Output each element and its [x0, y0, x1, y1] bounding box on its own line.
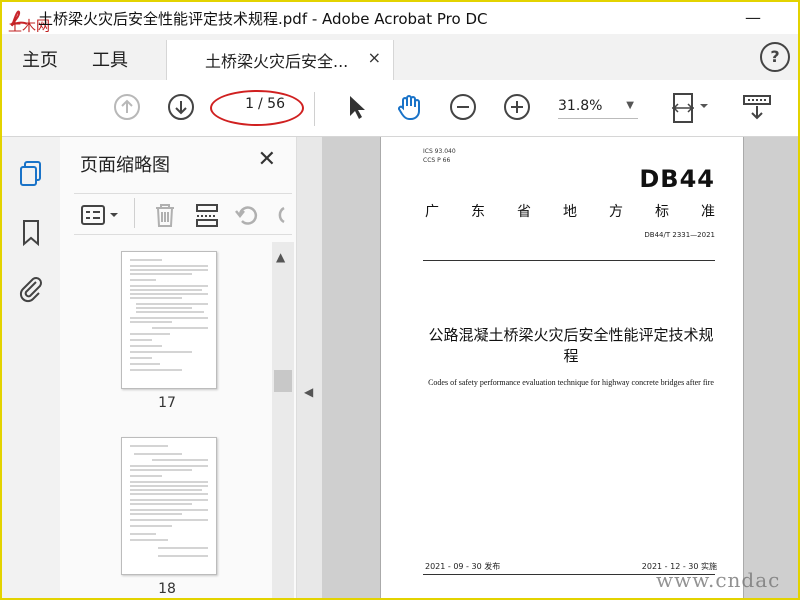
left-navigation-rail [2, 137, 61, 598]
trash-icon [156, 204, 174, 227]
rotate-ccw-icon [235, 206, 258, 225]
thumbnail-options-button[interactable] [80, 202, 124, 228]
title-bar: 土木网 土桥梁火灾后安全性能评定技术规程.pdf - Adobe Acrobat… [2, 2, 798, 35]
tab-bar: 主页 工具 土桥梁火灾后安全... × ? [2, 34, 798, 81]
main-toolbar: 1 / 56 31.8% ▼ [2, 80, 798, 137]
thumbnail-page-17[interactable] [121, 251, 217, 389]
page-thumbnails-button[interactable] [16, 159, 46, 189]
minus-circle-icon [450, 94, 476, 120]
hand-icon [398, 95, 420, 120]
page-thumbnails-panel: 页面缩略图 ✕ 17 18 [60, 137, 296, 598]
hand-tool-button[interactable] [394, 92, 424, 122]
header-rule [423, 260, 715, 261]
document-tab-label: 土桥梁火灾后安全... [205, 52, 349, 71]
prev-page-button[interactable] [112, 92, 142, 122]
document-canvas[interactable]: ICS 93.040 CCS P 66 DB44 广 东 省 地 方 标 准 D… [322, 137, 798, 598]
heading-char: 方 [609, 204, 623, 220]
panel-toolbar [74, 193, 292, 235]
toolbar-divider [314, 92, 315, 126]
heading-char: 准 [701, 204, 715, 220]
page-number-input[interactable]: 1 [220, 96, 254, 116]
next-page-button[interactable] [166, 92, 196, 122]
zoom-out-button[interactable] [448, 92, 478, 122]
document-title-english: Codes of safety performance evaluation t… [428, 378, 714, 387]
panel-divider [134, 198, 135, 228]
rotate-cw-button[interactable] [274, 202, 288, 228]
issue-date: 2021 - 09 - 30 发布 [425, 562, 501, 571]
document-title-chinese: 公路混凝土桥梁火灾后安全性能评定技术规程 [428, 326, 714, 365]
site-watermark: www.cndac [656, 568, 781, 592]
panel-title: 页面缩略图 [80, 155, 170, 176]
plus-circle-icon [504, 94, 530, 120]
thumbnail-content [130, 445, 208, 557]
delete-page-button[interactable] [152, 202, 178, 228]
standard-type-heading: 广 东 省 地 方 标 准 [425, 201, 715, 221]
window-title: 土桥梁火灾后安全性能评定技术规程.pdf - Adobe Acrobat Pro… [38, 10, 488, 28]
rotate-cw-icon [278, 206, 285, 224]
heading-char: 省 [517, 204, 531, 220]
close-panel-button[interactable]: ✕ [258, 147, 276, 172]
tab-home[interactable]: 主页 [22, 46, 58, 72]
arrow-down-icon [168, 94, 194, 120]
attachments-button[interactable] [16, 273, 46, 303]
page-total: / 56 [258, 96, 285, 112]
heading-char: 东 [471, 204, 485, 220]
acrobat-window: 土木网 土桥梁火灾后安全性能评定技术规程.pdf - Adobe Acrobat… [0, 0, 800, 600]
chevron-left-icon[interactable]: ◀ [304, 385, 313, 399]
ics-code: ICS 93.040 [423, 148, 456, 155]
arrow-up-icon [114, 94, 140, 120]
tab-document[interactable]: 土桥梁火灾后安全... × [166, 40, 394, 80]
thumbnail-content [130, 259, 208, 371]
thumbnail-page-18[interactable] [121, 437, 217, 575]
cursor-arrow-icon [350, 96, 365, 119]
options-menu-icon [81, 205, 118, 225]
thumbnail-label: 17 [158, 395, 176, 411]
heading-char: 标 [655, 204, 669, 220]
paperclip-icon [19, 277, 42, 303]
fit-page-icon [672, 93, 708, 123]
panel-collapse-strip[interactable]: ◀ [296, 137, 323, 598]
heading-char: 广 [425, 204, 439, 220]
minimize-button[interactable]: — [738, 6, 768, 30]
tab-tools[interactable]: 工具 [92, 46, 128, 72]
thumbnail-label: 18 [158, 581, 176, 597]
chevron-down-icon: ▼ [626, 100, 634, 111]
zoom-level-dropdown[interactable]: 31.8% ▼ [558, 98, 638, 119]
standard-logo: DB44 [639, 165, 715, 193]
scroll-mode-icon [743, 95, 771, 120]
thumbnail-list: 17 18 [60, 237, 274, 598]
select-tool-button[interactable] [342, 92, 372, 122]
pdf-page: ICS 93.040 CCS P 66 DB44 广 东 省 地 方 标 准 D… [380, 137, 744, 598]
pages-icon [20, 161, 41, 186]
heading-char: 地 [563, 204, 577, 220]
zoom-level-value: 31.8% [558, 98, 603, 114]
standard-number: DB44/T 2331—2021 [644, 231, 715, 239]
rotate-page-button[interactable] [234, 202, 260, 228]
insert-pages-icon [196, 204, 218, 227]
scrollbar-thumb[interactable] [274, 370, 292, 392]
page-fit-button[interactable] [670, 92, 708, 123]
help-button[interactable]: ? [760, 42, 790, 72]
ics-ccs-codes: ICS 93.040 CCS P 66 [423, 147, 456, 165]
zoom-in-button[interactable] [502, 92, 532, 122]
bookmarks-button[interactable] [16, 217, 46, 247]
thumbnail-scrollbar[interactable]: ▲ [272, 242, 294, 598]
ccs-code: CCS P 66 [423, 157, 451, 164]
scrolling-mode-button[interactable] [742, 92, 772, 122]
close-tab-button[interactable]: × [368, 48, 381, 67]
insert-page-button[interactable] [194, 202, 220, 228]
scroll-up-icon[interactable]: ▲ [276, 250, 285, 264]
bookmark-icon [23, 220, 39, 247]
